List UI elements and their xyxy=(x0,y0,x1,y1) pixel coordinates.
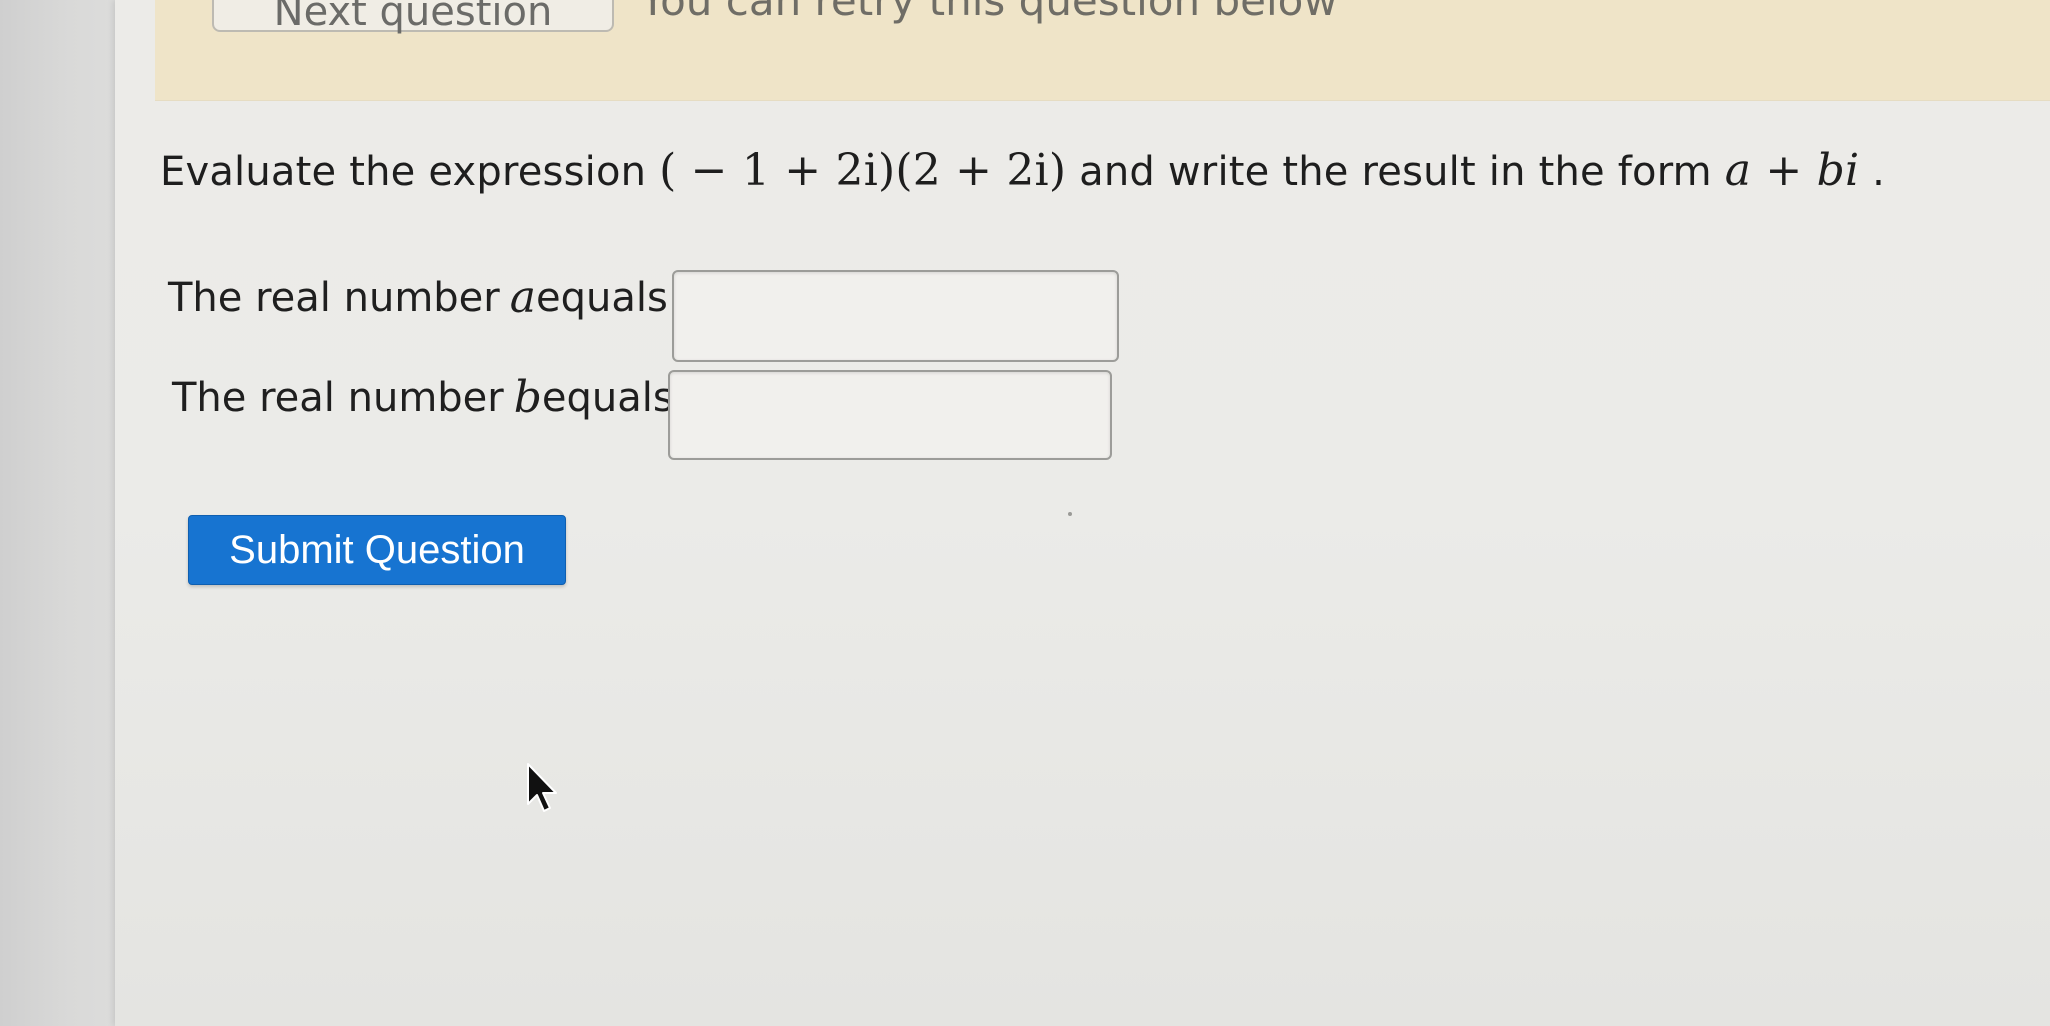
answer-b-label-suffix: equals xyxy=(541,374,674,421)
prompt-suffix: . xyxy=(1872,149,1886,195)
answer-row-a: The real number a equals xyxy=(168,272,668,323)
submit-question-button[interactable]: Submit Question xyxy=(188,515,566,585)
next-question-button[interactable]: Next question xyxy=(212,0,614,32)
left-gutter xyxy=(0,0,115,1026)
answer-a-variable: a xyxy=(509,272,536,323)
answer-b-label-prefix: The real number xyxy=(172,374,504,421)
mouse-pointer-icon xyxy=(527,763,557,812)
math-expression: ( − 1 + 2i)(2 + 2i) xyxy=(659,145,1067,196)
math-form: a + bi xyxy=(1724,145,1860,196)
prompt-middle: and write the result in the form xyxy=(1079,149,1725,195)
question-prompt: Evaluate the expression ( − 1 + 2i)(2 + … xyxy=(160,145,1885,196)
answer-a-input[interactable] xyxy=(672,270,1119,362)
answer-row-b: The real number b equals xyxy=(172,372,674,423)
retry-message: You can retry this question below xyxy=(640,0,1338,25)
answer-b-variable: b xyxy=(513,372,542,423)
prompt-prefix: Evaluate the expression xyxy=(160,149,660,195)
answer-a-label-suffix: equals xyxy=(535,274,668,321)
page: Next question You can retry this questio… xyxy=(0,0,2050,1026)
answer-a-label-prefix: The real number xyxy=(168,274,500,321)
next-question-label: Next question xyxy=(273,0,553,35)
screen-speck xyxy=(1068,512,1072,516)
answer-b-input[interactable] xyxy=(668,370,1112,460)
